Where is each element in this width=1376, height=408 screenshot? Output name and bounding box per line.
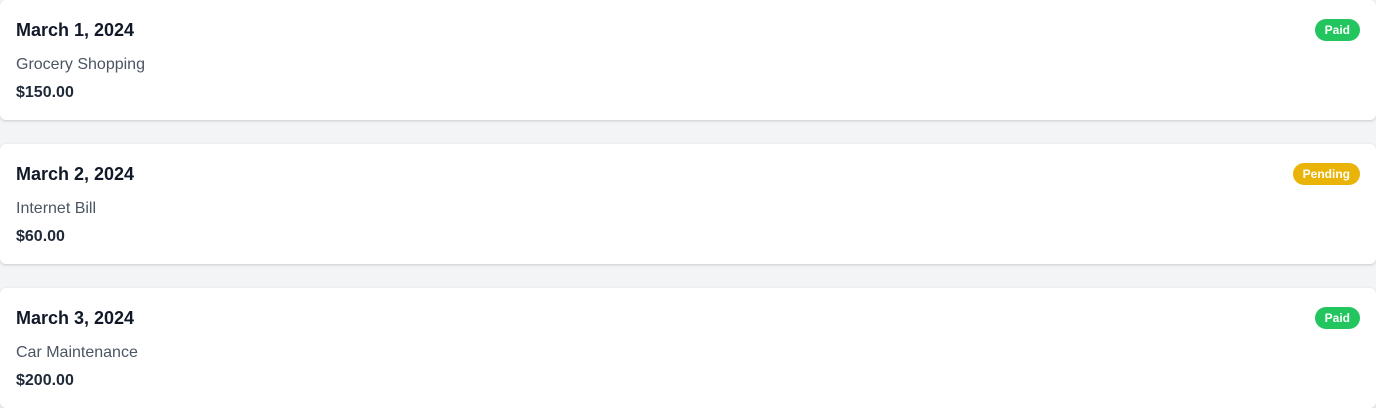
transaction-amount: $150.00: [16, 84, 74, 101]
transaction-card[interactable]: March 1, 2024 Paid Grocery Shopping $150…: [0, 0, 1376, 120]
transaction-date: March 3, 2024: [16, 308, 135, 328]
transaction-card[interactable]: March 2, 2024 Pending Internet Bill $60.…: [0, 144, 1376, 264]
transaction-card[interactable]: March 3, 2024 Paid Car Maintenance $200.…: [0, 288, 1376, 408]
status-badge: Paid: [1314, 307, 1360, 329]
transaction-description: Car Maintenance: [16, 344, 138, 361]
transaction-list: March 1, 2024 Paid Grocery Shopping $150…: [0, 0, 1376, 408]
transaction-date: March 1, 2024: [16, 20, 135, 40]
transaction-date: March 2, 2024: [16, 164, 135, 184]
transaction-description: Internet Bill: [16, 200, 97, 217]
transaction-amount: $200.00: [16, 372, 74, 389]
status-badge: Pending: [1292, 163, 1360, 185]
status-badge: Paid: [1314, 19, 1360, 41]
transaction-amount: $60.00: [16, 228, 65, 245]
transaction-description: Grocery Shopping: [16, 56, 145, 73]
